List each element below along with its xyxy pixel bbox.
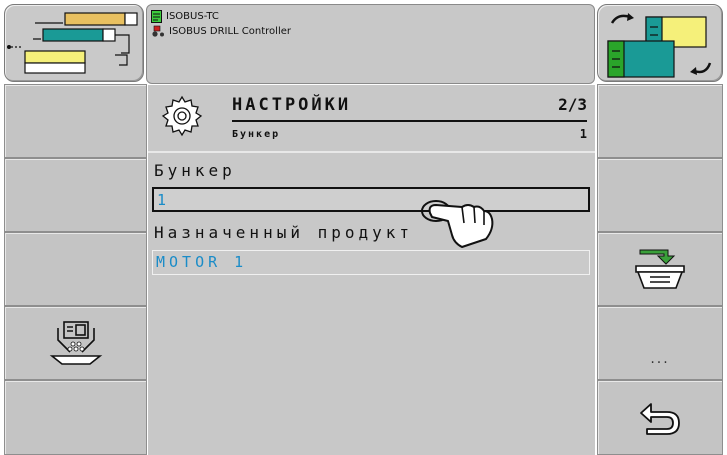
document-icon [151, 9, 162, 23]
left-softkey-3[interactable] [4, 232, 147, 306]
page-indicator: 2/3 [558, 95, 587, 114]
title-underline [232, 120, 587, 122]
app-name: ISOBUS-TC [166, 10, 219, 22]
back-icon [640, 402, 680, 435]
assign-product-softkey[interactable] [597, 232, 723, 306]
more-softkey[interactable]: ... [597, 306, 723, 380]
controller-name: ISOBUS DRILL Controller [169, 25, 291, 37]
left-softkey-2[interactable] [4, 158, 147, 232]
right-softkey-1[interactable] [597, 84, 723, 158]
tank-input[interactable]: 1 [152, 187, 590, 212]
section-control-button[interactable] [4, 4, 144, 82]
mask-divider [148, 151, 595, 153]
tractor-icon [152, 25, 164, 37]
hand-pointer-icon [421, 200, 494, 248]
swap-product-icon [607, 13, 712, 78]
right-softkey-2[interactable] [597, 158, 723, 232]
back-softkey[interactable] [597, 380, 723, 455]
data-mask: НАСТРОЙКИ 2/3 Бункер 1 Бункер 1 Назначен… [148, 85, 595, 455]
product-field[interactable]: MOTOR 1 [152, 250, 590, 275]
gear-icon [161, 95, 203, 137]
left-softkey-1[interactable] [4, 84, 147, 158]
metering-unit-softkey[interactable] [4, 306, 147, 380]
tank-label: Бункер [154, 161, 236, 180]
metering-unit-icon [49, 321, 102, 365]
header-info-panel: ISOBUS-TC ISOBUS DRILL Controller [146, 4, 595, 84]
subtitle-value: 1 [579, 127, 587, 141]
left-softkey-5[interactable] [4, 380, 147, 455]
product-label: Назначенный продукт [154, 223, 414, 242]
page-subtitle: Бункер [232, 129, 281, 140]
boom-sections-icon [7, 12, 138, 74]
assign-product-icon [635, 249, 685, 289]
product-swap-button[interactable] [597, 4, 723, 82]
page-title: НАСТРОЙКИ [232, 95, 352, 115]
more-label: ... [650, 351, 670, 367]
